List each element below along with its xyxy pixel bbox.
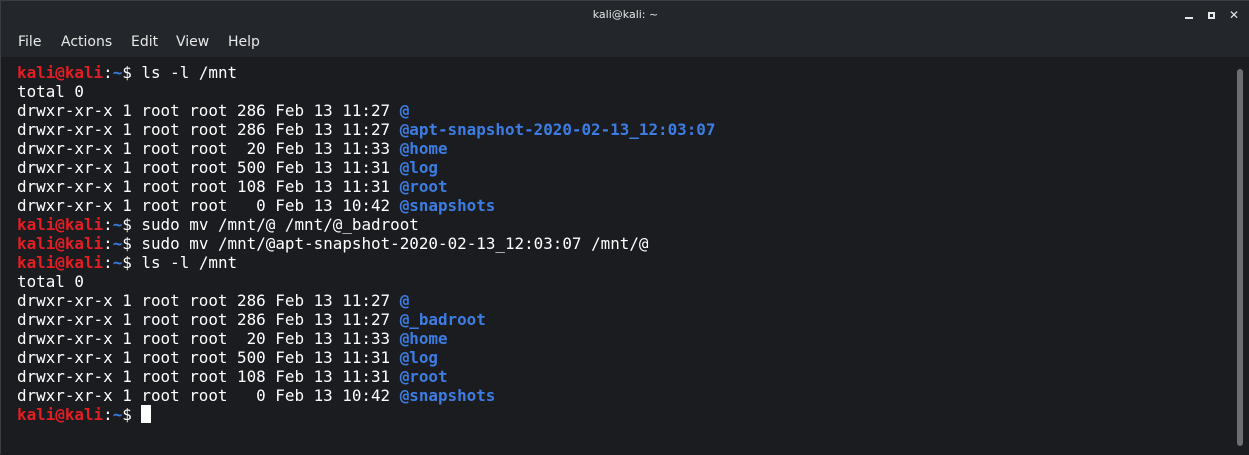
directory-name: @snapshots	[399, 386, 496, 405]
prompt-path: ~	[112, 234, 123, 253]
prompt-symbol: $	[122, 215, 132, 234]
listing-line: drwxr-xr-x 1 root root 500 Feb 13 11:31 …	[17, 158, 715, 177]
prompt-user: kali@kali	[17, 405, 104, 424]
listing-meta: drwxr-xr-x 1 root root 500 Feb 13 11:31	[17, 158, 391, 177]
menu-edit[interactable]: Edit	[131, 34, 158, 50]
command-text: ls -l /mnt	[141, 63, 238, 82]
listing-line: drwxr-xr-x 1 root root 286 Feb 13 11:27 …	[17, 120, 715, 139]
terminal-lines: kali@kali:~$ ls -l /mnt total 0 drwxr-xr-x…	[17, 63, 715, 424]
listing-line: drwxr-xr-x 1 root root 286 Feb 13 11:27 …	[17, 310, 715, 329]
close-button[interactable]: ✕	[1226, 7, 1242, 23]
listing-line: drwxr-xr-x 1 root root 286 Feb 13 11:27 …	[17, 291, 715, 310]
prompt-path: ~	[112, 253, 123, 272]
title-bar[interactable]: kali@kali: ~ ✕	[1, 1, 1249, 29]
listing-meta: drwxr-xr-x 1 root root 108 Feb 13 11:31	[17, 367, 391, 386]
close-icon: ✕	[1228, 8, 1240, 22]
listing-meta: drwxr-xr-x 1 root root 286 Feb 13 11:27	[17, 291, 391, 310]
prompt-user: kali@kali	[17, 215, 104, 234]
directory-name: @log	[399, 158, 438, 177]
listing-line: drwxr-xr-x 1 root root 286 Feb 13 11:27 …	[17, 101, 715, 120]
prompt-user: kali@kali	[17, 253, 104, 272]
listing-meta: drwxr-xr-x 1 root root 108 Feb 13 11:31	[17, 177, 391, 196]
menu-view[interactable]: View	[176, 34, 209, 50]
output-line: total 0	[17, 272, 715, 291]
prompt-colon: :	[103, 253, 113, 272]
prompt-colon: :	[103, 234, 113, 253]
prompt-colon: :	[103, 215, 113, 234]
output-text: total 0	[17, 272, 84, 291]
listing-line: drwxr-xr-x 1 root root 20 Feb 13 11:33 @…	[17, 329, 715, 348]
directory-name: @log	[399, 348, 438, 367]
output-line: total 0	[17, 82, 715, 101]
listing-meta: drwxr-xr-x 1 root root 20 Feb 13 11:33	[17, 329, 391, 348]
directory-name: @home	[399, 329, 448, 348]
listing-line: drwxr-xr-x 1 root root 0 Feb 13 10:42 @s…	[17, 196, 715, 215]
directory-name: @root	[399, 367, 448, 386]
listing-meta: drwxr-xr-x 1 root root 286 Feb 13 11:27	[17, 101, 391, 120]
prompt-line: kali@kali:~$ sudo mv /mnt/@ /mnt/@_badro…	[17, 215, 715, 234]
minimize-button[interactable]	[1181, 7, 1197, 23]
output-text: total 0	[17, 82, 84, 101]
prompt-path: ~	[112, 215, 123, 234]
prompt-user: kali@kali	[17, 234, 104, 253]
directory-name: @	[399, 101, 410, 120]
scrollbar-thumb[interactable]	[1237, 69, 1243, 446]
prompt-symbol: $	[122, 253, 132, 272]
prompt-colon: :	[103, 63, 113, 82]
directory-name: @_badroot	[399, 310, 486, 329]
menu-file[interactable]: File	[18, 34, 41, 50]
menu-bar: File Actions Edit View Help	[1, 29, 1249, 57]
vertical-scrollbar[interactable]	[1233, 57, 1249, 455]
prompt-line: kali@kali:~$ sudo mv /mnt/@apt-snapshot-…	[17, 234, 715, 253]
menu-help[interactable]: Help	[228, 34, 260, 50]
listing-line: drwxr-xr-x 1 root root 500 Feb 13 11:31 …	[17, 348, 715, 367]
directory-name: @snapshots	[399, 196, 496, 215]
prompt-path: ~	[112, 63, 123, 82]
listing-meta: drwxr-xr-x 1 root root 500 Feb 13 11:31	[17, 348, 391, 367]
listing-line: drwxr-xr-x 1 root root 108 Feb 13 11:31 …	[17, 367, 715, 386]
directory-name: @apt-snapshot-2020-02-13_12:03:07	[399, 120, 716, 139]
prompt-user: kali@kali	[17, 63, 104, 82]
prompt-line: kali@kali:~$ ls -l /mnt	[17, 63, 715, 82]
prompt-symbol: $	[122, 405, 132, 424]
directory-name: @	[399, 291, 410, 310]
maximize-button[interactable]	[1203, 7, 1219, 23]
maximize-icon	[1207, 11, 1215, 19]
prompt-symbol: $	[122, 63, 132, 82]
listing-meta: drwxr-xr-x 1 root root 20 Feb 13 11:33	[17, 139, 391, 158]
minimize-icon	[1185, 17, 1193, 19]
listing-meta: drwxr-xr-x 1 root root 286 Feb 13 11:27	[17, 120, 391, 139]
prompt-path: ~	[112, 405, 123, 424]
command-text: sudo mv /mnt/@apt-snapshot-2020-02-13_12…	[141, 234, 649, 253]
window-title: kali@kali: ~	[592, 8, 659, 21]
prompt-line: kali@kali:~$	[17, 405, 715, 424]
listing-meta: drwxr-xr-x 1 root root 0 Feb 13 10:42	[17, 386, 391, 405]
directory-name: @root	[399, 177, 448, 196]
prompt-symbol: $	[122, 234, 132, 253]
listing-line: drwxr-xr-x 1 root root 0 Feb 13 10:42 @s…	[17, 386, 715, 405]
prompt-colon: :	[103, 405, 113, 424]
listing-meta: drwxr-xr-x 1 root root 0 Feb 13 10:42	[17, 196, 391, 215]
command-text: sudo mv /mnt/@ /mnt/@_badroot	[141, 215, 419, 234]
prompt-line: kali@kali:~$ ls -l /mnt	[17, 253, 715, 272]
terminal-window: kali@kali: ~ ✕ File Actions Edit View He…	[0, 0, 1249, 455]
directory-name: @home	[399, 139, 448, 158]
menu-actions[interactable]: Actions	[61, 34, 112, 50]
terminal-output-area[interactable]: kali@kali:~$ ls -l /mnt total 0 drwxr-xr-x…	[1, 57, 1233, 455]
listing-meta: drwxr-xr-x 1 root root 286 Feb 13 11:27	[17, 310, 391, 329]
command-text: ls -l /mnt	[141, 253, 238, 272]
listing-line: drwxr-xr-x 1 root root 108 Feb 13 11:31 …	[17, 177, 715, 196]
text-cursor	[141, 405, 152, 423]
listing-line: drwxr-xr-x 1 root root 20 Feb 13 11:33 @…	[17, 139, 715, 158]
